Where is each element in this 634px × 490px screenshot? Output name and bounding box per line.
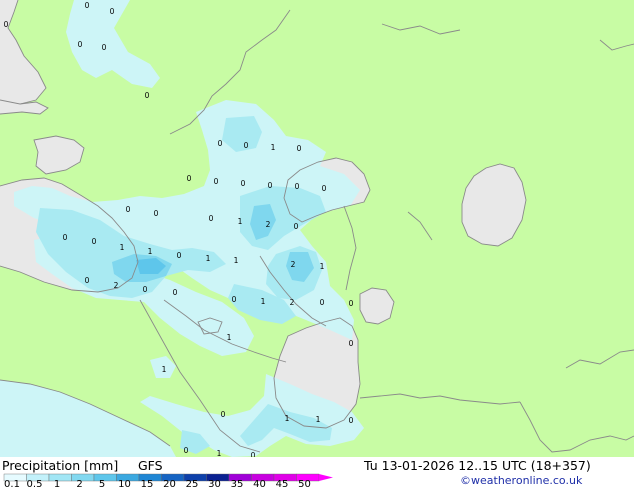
precip-label: 1 (271, 143, 276, 152)
color-scale-tick-label: 25 (185, 479, 199, 490)
precip-label: 2 (266, 220, 271, 229)
precip-label: 0 (102, 43, 107, 52)
precip-label: 0 (143, 285, 148, 294)
precip-label: 0 (92, 237, 97, 246)
precip-label: 0 (322, 184, 327, 193)
valid-time: Tu 13-01-2026 12..15 UTC (18+357) (364, 458, 591, 473)
precip-label: 1 (234, 256, 239, 265)
precip-label: 0 (126, 205, 131, 214)
precip-label: 1 (120, 243, 125, 252)
precip-label: 0 (295, 182, 300, 191)
color-scale-tick-label: 15 (140, 479, 154, 490)
color-scale-swatch (48, 473, 72, 482)
color-scale-swatch (71, 473, 95, 482)
precip-label: 0 (110, 7, 115, 16)
precip-label: 0 (294, 222, 299, 231)
precip-label: 0 (177, 251, 182, 260)
map-footer: Precipitation [mm] GFS Tu 13-01-2026 12.… (0, 457, 634, 490)
precip-label: 1 (148, 247, 153, 256)
precip-label: 0 (241, 179, 246, 188)
precip-label: 0 (320, 298, 325, 307)
precip-label: 0 (85, 1, 90, 10)
precip-label: 0 (85, 276, 90, 285)
color-scale-tick-label: 30 (208, 479, 221, 490)
precip-label: 0 (297, 144, 302, 153)
product-title: Precipitation [mm] (2, 458, 119, 473)
forecast-map-window: 0000000010000000000120001101121020001200… (0, 0, 634, 490)
precip-label: 0 (221, 410, 226, 419)
color-scale-tick-label: 50 (298, 479, 311, 490)
color-scale-tick-label: 40 (253, 479, 266, 490)
precip-label: 0 (268, 181, 273, 190)
precip-label: 1 (206, 254, 211, 263)
precip-label: 0 (349, 339, 354, 348)
precip-label: 0 (349, 299, 354, 308)
precip-label: 2 (290, 298, 295, 307)
precip-label: 0 (214, 177, 219, 186)
color-scale-tick-label: 1 (53, 479, 61, 490)
precip-label: 1 (238, 217, 243, 226)
precip-label: 1 (316, 415, 321, 424)
precip-label: 0 (187, 174, 192, 183)
color-scale-arrow (319, 474, 333, 481)
color-scale-tick-label: 2 (76, 479, 83, 490)
precip-label: 1 (320, 262, 325, 271)
precip-label: 0 (4, 20, 9, 29)
precip-label: 0 (63, 233, 68, 242)
precip-label: 1 (227, 333, 232, 342)
precip-label: 0 (78, 40, 83, 49)
precip-label: 0 (184, 446, 189, 455)
model-name: GFS (138, 458, 163, 473)
precip-label: 0 (154, 209, 159, 218)
color-scale-swatch (93, 473, 117, 482)
precip-label: 0 (218, 139, 223, 148)
precip-label: 1 (285, 414, 290, 423)
precip-label: 0 (244, 141, 249, 150)
precip-label: 1 (162, 365, 167, 374)
site-credit: ©weatheronline.co.uk (460, 474, 583, 487)
precip-label: 0 (349, 416, 354, 425)
precip-label: 1 (261, 297, 266, 306)
precip-label: 0 (209, 214, 214, 223)
precip-label: 2 (114, 281, 119, 290)
precip-label: 0 (173, 288, 178, 297)
precipitation-map: 0 0 0 0 0 0 0 0 1 0 0 0 0 0 0 0 0 0 0 1 2 0 0 0 1 1 0 1 1 2 1 0 2 0 0 0 1 2 0 0… (0, 0, 634, 457)
color-scale-tick-label: 45 (275, 479, 289, 490)
color-scale-tick-label: 0.1 (4, 479, 20, 490)
color-scale-tick-label: 10 (118, 479, 131, 490)
precip-label: 0 (145, 91, 150, 100)
precip-label: 2 (291, 260, 296, 269)
color-scale-tick-label: 20 (163, 479, 176, 490)
precip-label: 0 (232, 295, 237, 304)
color-scale-tick-label: 35 (230, 479, 244, 490)
precip-label: 1 (217, 449, 222, 457)
color-scale-tick-label: 5 (98, 479, 106, 490)
color-scale-tick-label: 0.5 (26, 479, 43, 490)
